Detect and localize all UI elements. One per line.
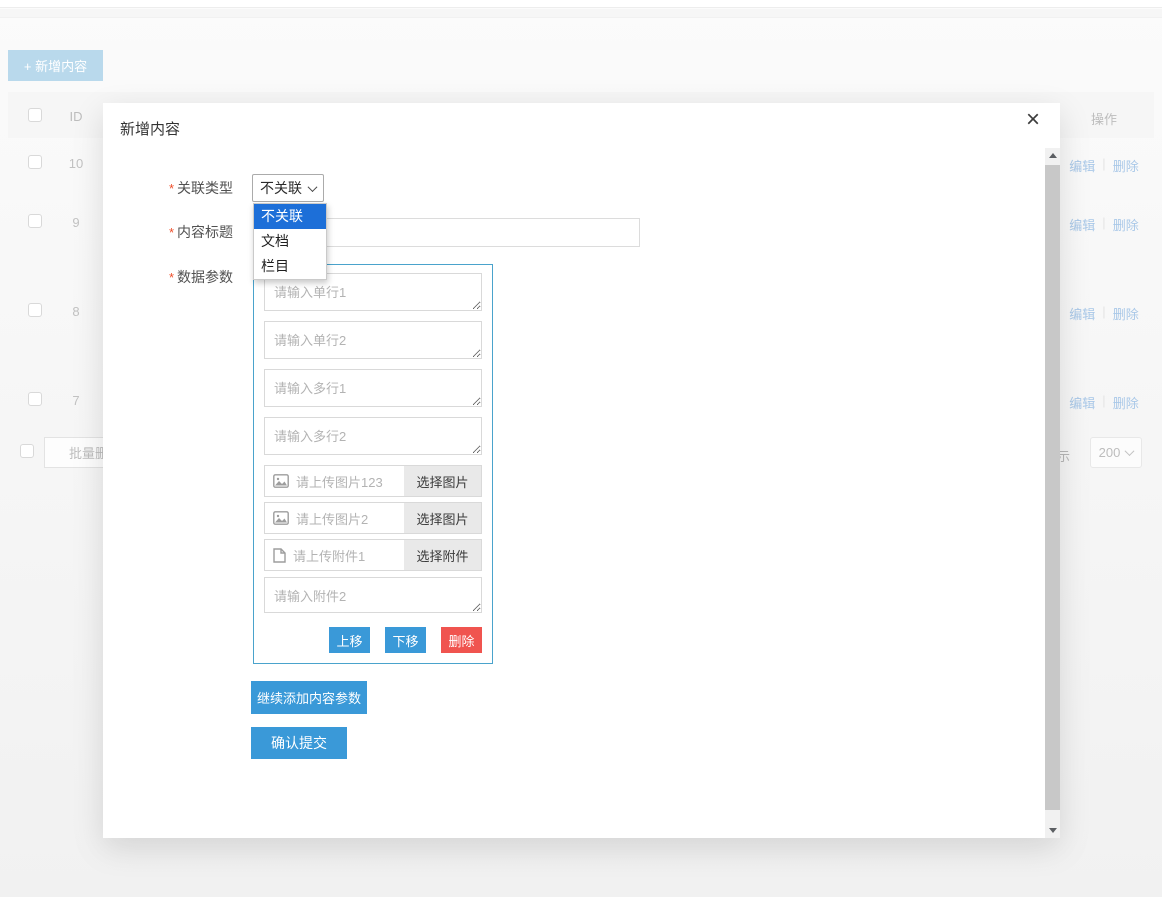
cell-id: 7 [56,393,96,408]
cell-id: 10 [56,156,96,171]
assoc-type-label: *关联类型 [145,178,233,198]
delete-link[interactable]: 删除 [1113,304,1139,323]
cell-id: 9 [56,215,96,230]
select-all-checkbox[interactable] [28,108,42,122]
cell-actions: 编辑 | 删除 [1058,304,1150,323]
column-header-actions: 操作 [1058,109,1150,128]
row-checkbox[interactable] [28,214,42,228]
confirm-submit-button[interactable]: 确认提交 [251,727,347,759]
choose-image-button[interactable]: 选择图片 [404,503,481,533]
choose-image-button[interactable]: 选择图片 [404,466,481,496]
action-separator: | [1102,156,1105,175]
param-row-actions: 上移 下移 删除 [329,627,482,653]
param-textarea-single2[interactable] [264,321,482,359]
upload-placeholder: 请上传附件1 [293,546,404,565]
delete-link[interactable]: 删除 [1113,215,1139,234]
assoc-type-select[interactable]: 不关联 [252,174,324,202]
row-checkbox[interactable] [28,155,42,169]
image-icon [273,474,289,488]
column-header-id: ID [56,109,96,124]
modal-title: 新增内容 [120,118,180,139]
file-icon [273,548,286,563]
scroll-up-arrow-icon[interactable] [1045,148,1060,163]
scroll-down-arrow-icon[interactable] [1045,823,1060,838]
move-down-button[interactable]: 下移 [385,627,426,653]
param-textarea-attachment2[interactable] [264,577,482,613]
add-more-params-button[interactable]: 继续添加内容参数 [251,681,367,714]
page-size-value: 200 [1099,445,1121,460]
cell-actions: 编辑 | 删除 [1058,215,1150,234]
add-content-modal: 新增内容 × *关联类型 不关联 不关联 文档 栏目 *内容标题 *数据参数 请… [103,103,1060,838]
close-icon[interactable]: × [1026,108,1040,132]
cell-id: 8 [56,304,96,319]
dropdown-option-document[interactable]: 文档 [254,229,326,254]
top-subbar [0,9,1162,18]
dropdown-option-column[interactable]: 栏目 [254,254,326,279]
param-group-box: 请上传图片123 选择图片 请上传图片2 选择图片 请上传附件1 选择附件 上移… [253,264,493,664]
scrollbar-thumb[interactable] [1045,165,1060,810]
dropdown-option-none[interactable]: 不关联 [254,204,326,229]
assoc-type-value: 不关联 [260,178,302,198]
cell-actions: 编辑 | 删除 [1058,156,1150,175]
data-params-label: *数据参数 [145,267,233,287]
delete-link[interactable]: 删除 [1113,393,1139,412]
upload-row-image2: 请上传图片2 选择图片 [264,502,482,534]
param-textarea-multi1[interactable] [264,369,482,407]
top-bar [0,0,1162,8]
upload-row-image1: 请上传图片123 选择图片 [264,465,482,497]
content-title-label: *内容标题 [145,222,233,242]
row-checkbox[interactable] [28,303,42,317]
modal-scrollbar[interactable] [1045,148,1060,838]
footer-checkbox[interactable] [20,444,34,458]
upload-placeholder: 请上传图片2 [296,509,404,528]
edit-link[interactable]: 编辑 [1069,215,1095,234]
page-size-select[interactable]: 200 [1090,437,1142,468]
add-content-button[interactable]: + 新增内容 [8,50,103,81]
required-asterisk: * [169,181,174,196]
edit-link[interactable]: 编辑 [1069,156,1095,175]
upload-placeholder: 请上传图片123 [296,472,404,491]
action-separator: | [1102,393,1105,412]
assoc-type-dropdown: 不关联 文档 栏目 [253,203,327,280]
row-checkbox[interactable] [28,392,42,406]
action-separator: | [1102,215,1105,234]
chevron-down-icon [308,182,318,192]
delete-param-button[interactable]: 删除 [441,627,482,653]
edit-link[interactable]: 编辑 [1069,304,1095,323]
choose-attachment-button[interactable]: 选择附件 [404,540,481,570]
action-separator: | [1102,304,1105,323]
chevron-down-icon [1125,446,1135,456]
edit-link[interactable]: 编辑 [1069,393,1095,412]
required-asterisk: * [169,270,174,285]
move-up-button[interactable]: 上移 [329,627,370,653]
cell-actions: 编辑 | 删除 [1058,393,1150,412]
required-asterisk: * [169,225,174,240]
image-icon [273,511,289,525]
delete-link[interactable]: 删除 [1113,156,1139,175]
param-textarea-multi2[interactable] [264,417,482,455]
upload-row-attachment1: 请上传附件1 选择附件 [264,539,482,571]
